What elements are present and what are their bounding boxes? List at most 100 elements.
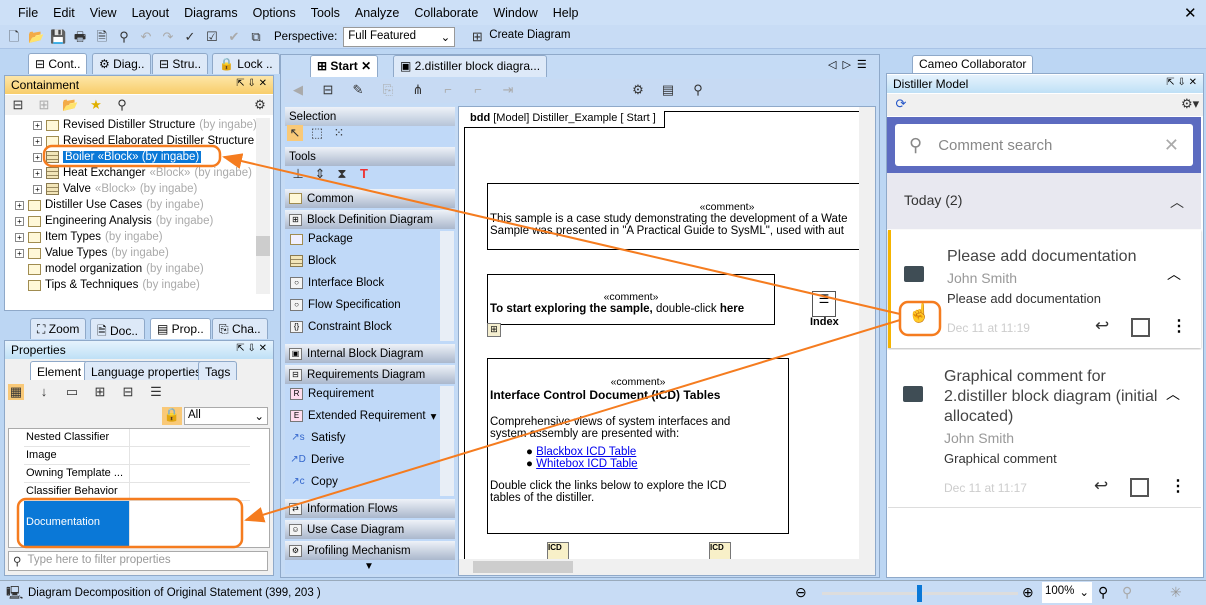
zoom-in-icon[interactable]: ⊕	[1022, 584, 1034, 601]
tree-item[interactable]: + Heat Exchanger «Block» (by ingabe)	[33, 165, 252, 181]
tree-item[interactable]: Tips & Techniques (by ingabe)	[15, 277, 200, 293]
path-icon[interactable]: ⌐	[440, 82, 456, 98]
dropdown-arrow-icon[interactable]: ▾	[431, 409, 437, 423]
palette-scroll-down-icon[interactable]: ▼	[364, 561, 374, 572]
collapse-icon[interactable]: ⊟	[10, 97, 26, 113]
tree-item[interactable]: + Engineering Analysis (by ingabe)	[15, 213, 213, 229]
spellcheck-icon[interactable]: ✓	[182, 29, 198, 45]
tree-item[interactable]: + Revised Elaborated Distiller Structure	[33, 133, 254, 149]
tab-zoom[interactable]: ⛶ Zoom	[30, 318, 87, 339]
containment-icon[interactable]: ⊟	[320, 82, 336, 98]
menu-diagrams[interactable]: Diagrams	[184, 6, 238, 20]
comment-card[interactable]: Graphical comment for 2.distiller block …	[888, 350, 1201, 508]
palette-item-flow-specification[interactable]: ○ Flow Specification	[290, 295, 401, 315]
gear-icon[interactable]: ⚙▾	[1181, 96, 1199, 112]
tab-containment[interactable]: ⊟ Cont..	[28, 53, 88, 74]
palette-scrollbar[interactable]	[440, 231, 454, 341]
palette-item-block[interactable]: Block	[290, 251, 336, 271]
chevron-up-icon[interactable]: ︿	[1167, 264, 1181, 284]
comment-card[interactable]: Please add documentation John Smith Plea…	[888, 230, 1201, 348]
actual-size-icon[interactable]: ⚲	[1122, 584, 1132, 601]
sort-az-icon[interactable]: ↓	[36, 384, 52, 400]
property-row[interactable]: Owning Template ...	[24, 465, 250, 483]
search-icon[interactable]: ⚲	[690, 82, 706, 98]
chevron-up-icon[interactable]: ︿	[1170, 192, 1184, 210]
gear-icon[interactable]: ⚙	[252, 97, 268, 113]
tree-item[interactable]: model organization (by ingabe)	[15, 261, 204, 277]
palette-group-bdd[interactable]: ⊞ Block Definition Diagram	[285, 210, 455, 229]
menu-tools[interactable]: Tools	[311, 6, 340, 20]
pointer-icon[interactable]: ↖	[287, 125, 303, 141]
tab-documentation[interactable]: 🗎 Doc..	[90, 318, 145, 339]
palette-group-use-case[interactable]: ☺ Use Case Diagram	[285, 520, 455, 539]
expand-icon[interactable]: +	[33, 184, 42, 194]
menu-file[interactable]: File	[18, 6, 38, 20]
menu-help[interactable]: Help	[553, 6, 579, 20]
property-filter-select[interactable]: All ⌄	[184, 407, 268, 425]
expand-icon[interactable]: +	[15, 200, 24, 210]
palette-group-tools[interactable]: Tools	[285, 147, 455, 166]
panel-window-controls[interactable]: ⇱ ⇩ ✕	[236, 78, 267, 89]
tree-item[interactable]: + Item Types (by ingabe)	[15, 229, 163, 245]
categorized-icon[interactable]: ▦	[8, 384, 24, 400]
menu-layout[interactable]: Layout	[132, 6, 170, 20]
palette-item-constraint-block[interactable]: {} Constraint Block	[290, 317, 392, 337]
subtab-element[interactable]: Element	[30, 361, 89, 380]
resolve-checkbox[interactable]	[1130, 478, 1149, 497]
clear-icon[interactable]: ✕	[1164, 135, 1179, 156]
menu-window[interactable]: Window	[493, 6, 537, 20]
horizontal-scrollbar[interactable]	[459, 559, 859, 575]
close-window-icon[interactable]: ✕	[1184, 4, 1197, 22]
open-icon[interactable]: 📂	[28, 29, 44, 45]
diagram-wizard-icon[interactable]: ⧉	[248, 29, 264, 45]
palette-item-copy[interactable]: ↗c Copy	[290, 472, 338, 492]
comment-search-input[interactable]: ⚲ Comment search ✕	[895, 124, 1193, 166]
palette-group-selection[interactable]: Selection	[285, 107, 455, 126]
zoom-out-icon[interactable]: ⊖	[795, 584, 807, 601]
resolve-checkbox[interactable]	[1131, 318, 1150, 337]
menu-view[interactable]: View	[90, 6, 117, 20]
multi-select-icon[interactable]: ⁙	[331, 125, 347, 141]
redo-icon[interactable]: ↷	[160, 29, 176, 45]
link-blackbox-icd-table[interactable]: Blackbox ICD Table	[536, 446, 636, 458]
comment-note-intro[interactable]: «comment» This sample is a case study de…	[487, 183, 875, 250]
palette-item-interface-block[interactable]: ○ Interface Block	[290, 273, 384, 293]
palette-item-requirement[interactable]: R Requirement	[290, 384, 374, 404]
path-style-icon[interactable]: ⌐	[470, 82, 486, 98]
palette-item-package[interactable]: Package	[290, 229, 353, 249]
palette-group-information-flows[interactable]: ⇄ Information Flows	[285, 499, 455, 518]
lock-icon[interactable]: 🔒	[162, 407, 182, 425]
tab-lock[interactable]: 🔒 Lock ..	[212, 53, 280, 74]
palette-group-common[interactable]: Common	[285, 189, 455, 208]
vertical-scrollbar[interactable]	[859, 107, 875, 575]
property-row[interactable]: Classifier Behavior	[24, 483, 250, 501]
menu-collaborate[interactable]: Collaborate	[414, 6, 478, 20]
reply-icon[interactable]: ↩	[1094, 476, 1108, 496]
create-diagram-button[interactable]: ⊞ Create Diagram	[469, 29, 571, 45]
menu-edit[interactable]: Edit	[53, 6, 75, 20]
tree-item[interactable]: + Value Types (by ingabe)	[15, 245, 169, 261]
tab-structure[interactable]: ⊟ Stru..	[152, 53, 209, 74]
compact-icon[interactable]: ▭	[64, 384, 80, 400]
expand-icon[interactable]: +	[15, 232, 24, 242]
palette-item-derive[interactable]: ↗D Derive	[290, 450, 344, 470]
validate-icon[interactable]: ☑	[204, 29, 220, 45]
expand-icon[interactable]: +	[33, 136, 42, 146]
expand-icon[interactable]: +	[33, 152, 42, 162]
tree-item[interactable]: + Boiler «Block» (by ingabe)	[33, 149, 202, 165]
expand-icon[interactable]: +	[15, 216, 24, 226]
description-icon[interactable]: ☰	[148, 384, 164, 400]
expand-all-icon[interactable]: ⊞	[92, 384, 108, 400]
stamp-icon[interactable]: ⊥	[290, 166, 306, 182]
subtab-language-properties[interactable]: Language properties	[84, 361, 209, 380]
property-row[interactable]: Image	[24, 447, 250, 465]
fit-zoom-icon[interactable]: ⚲	[1098, 584, 1108, 601]
property-row[interactable]: Nested Classifier	[24, 429, 250, 447]
gear-icon[interactable]: ⚙	[630, 82, 646, 98]
save-icon[interactable]: 💾	[50, 29, 66, 45]
back-icon[interactable]: ◀	[290, 82, 306, 98]
palette-group-requirements[interactable]: ⊟ Requirements Diagram	[285, 365, 455, 384]
zoom-level-select[interactable]: 100% ⌄	[1042, 582, 1092, 603]
tab-properties[interactable]: ▤ Prop..	[150, 318, 211, 339]
comment-note-start[interactable]: «comment» To start exploring the sample,…	[487, 274, 775, 325]
